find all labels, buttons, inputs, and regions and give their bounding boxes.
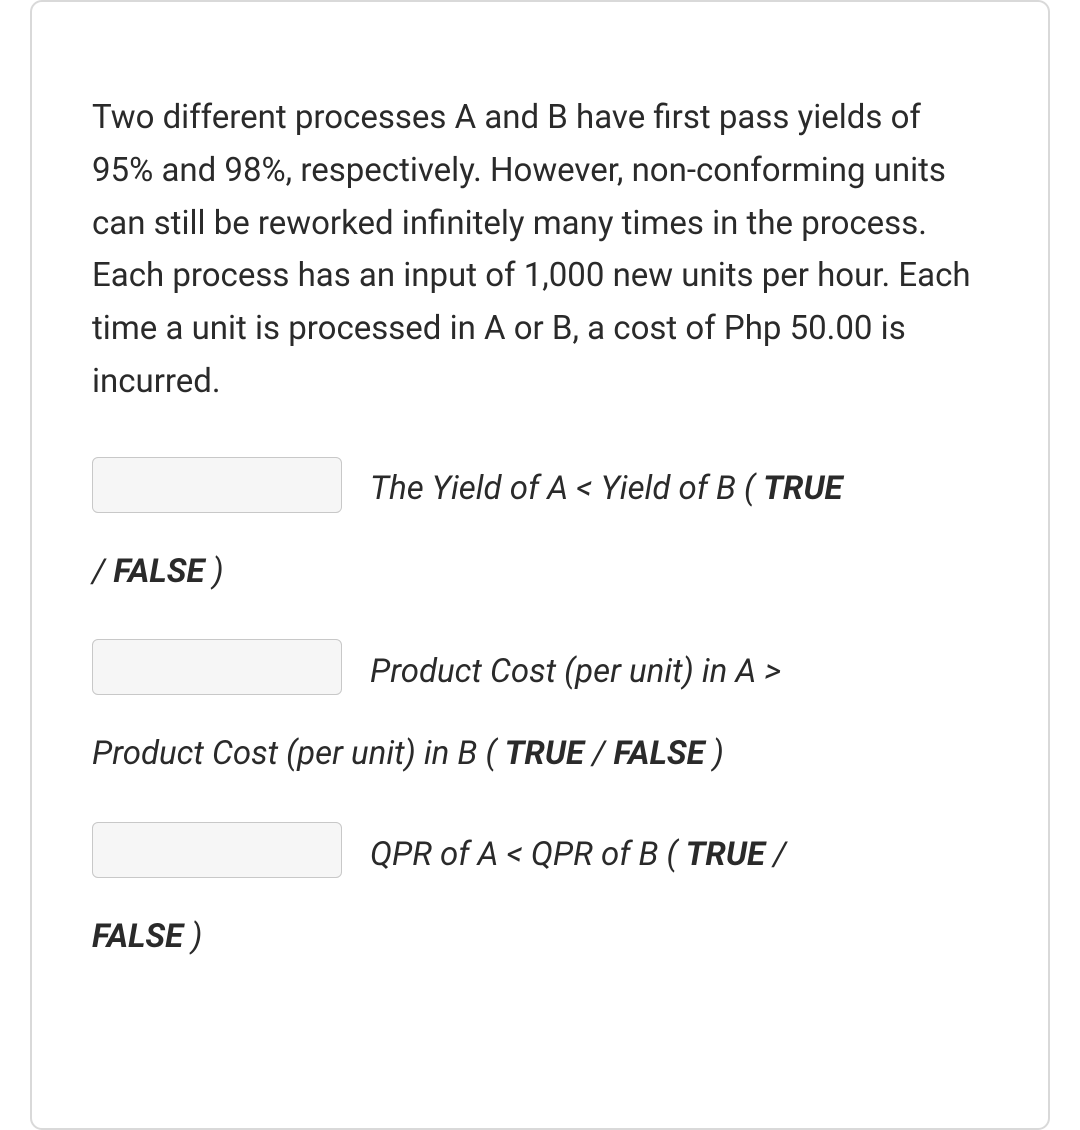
statement-1: The Yield of A < Yield of B ( TRUE / FAL… [92, 457, 988, 604]
statement-3-continuation: FALSE ) [92, 906, 988, 969]
statement-2-continuation: Product Cost (per unit) in B ( TRUE / FA… [92, 723, 988, 786]
answer-input-3[interactable] [92, 822, 342, 878]
statement-3: QPR of A < QPR of B ( TRUE / FALSE ) [92, 822, 988, 969]
question-card: Two different processes A and B have fir… [30, 0, 1050, 1130]
statement-3-prompt: QPR of A < QPR of B ( TRUE / [370, 824, 786, 887]
answer-input-2[interactable] [92, 639, 342, 695]
statement-1-prompt: The Yield of A < Yield of B ( TRUE [370, 458, 843, 521]
statement-2-prompt: Product Cost (per unit) in A > [370, 641, 781, 704]
statement-2: Product Cost (per unit) in A > Product C… [92, 639, 988, 786]
question-text: Two different processes A and B have fir… [92, 92, 988, 409]
answer-input-1[interactable] [92, 457, 342, 513]
statement-1-continuation: / FALSE ) [92, 541, 988, 604]
